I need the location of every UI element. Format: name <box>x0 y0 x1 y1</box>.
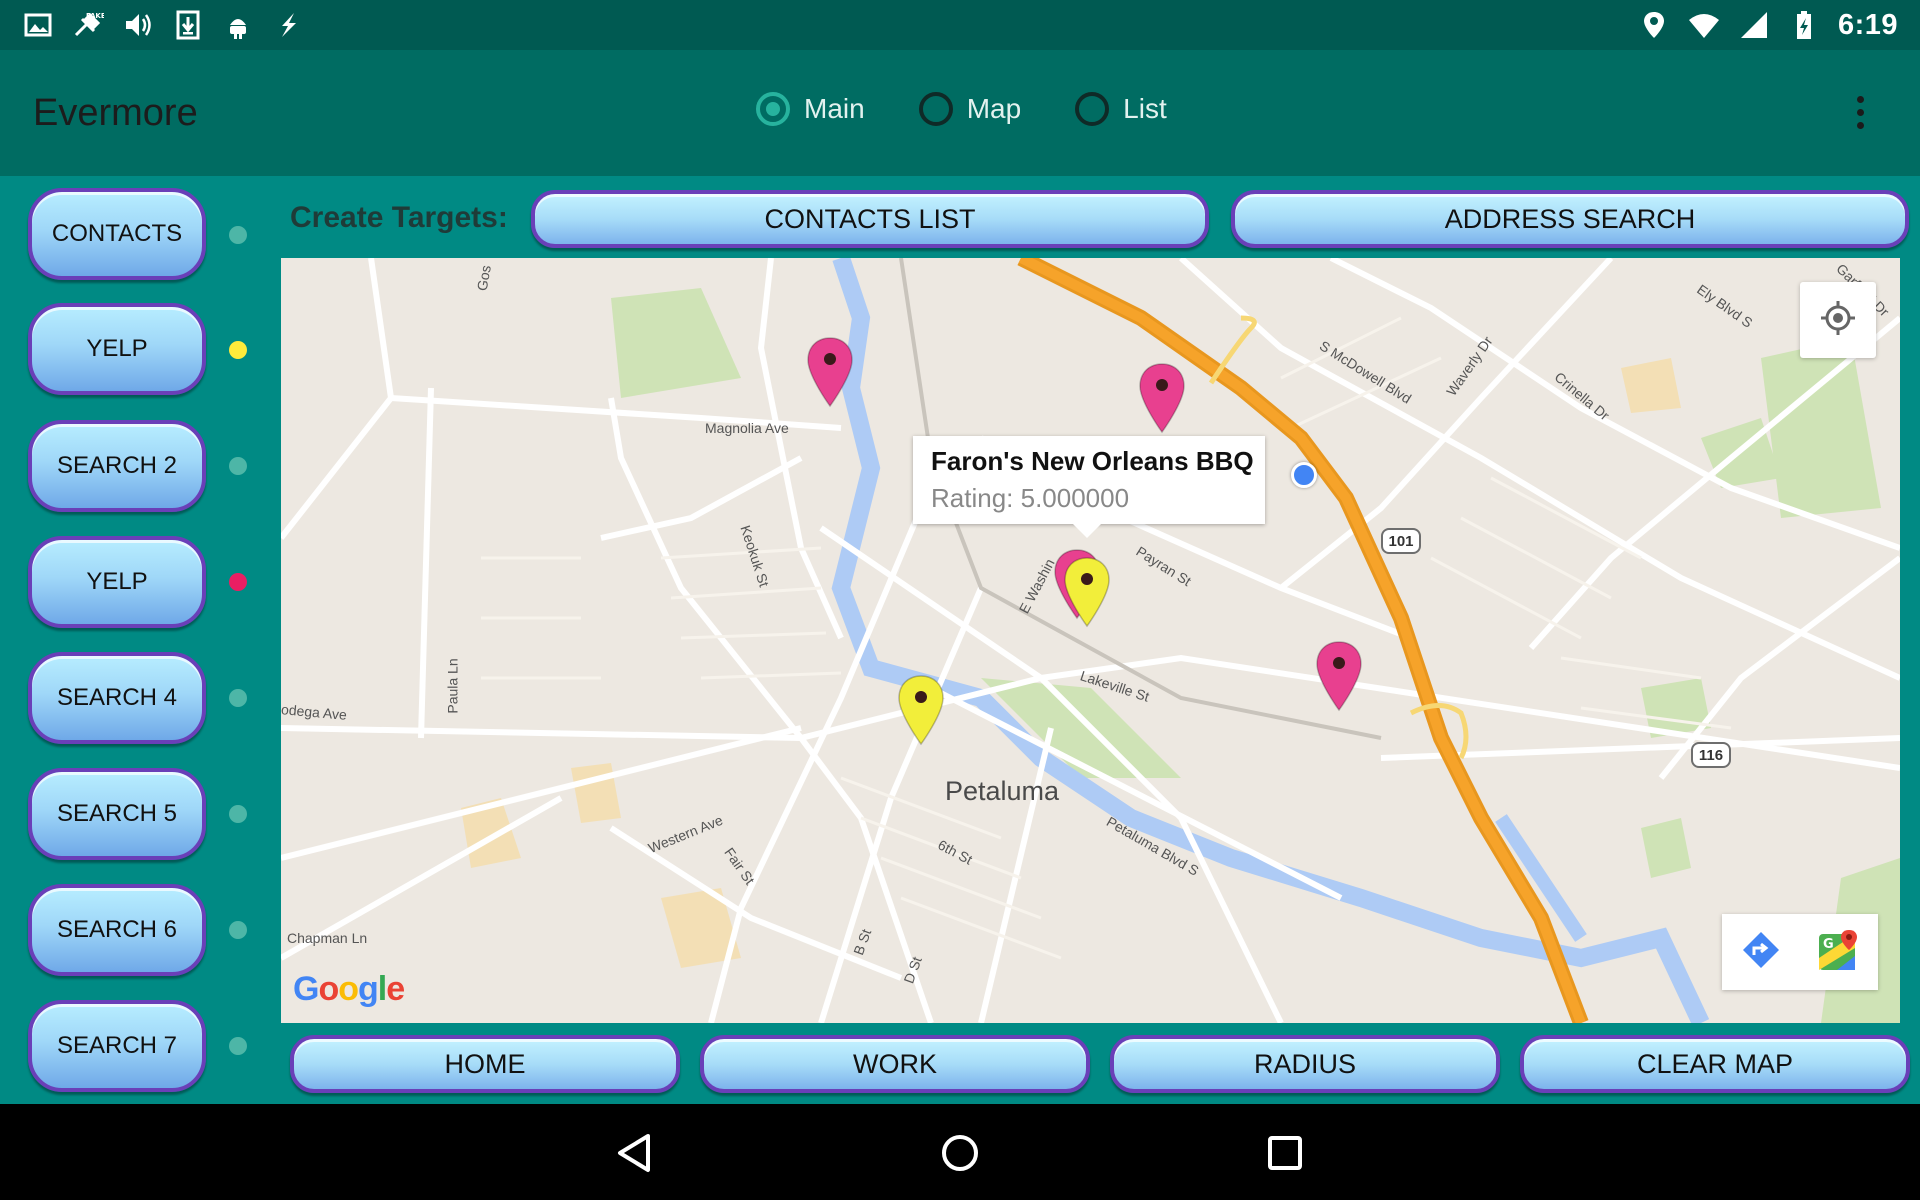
radio-unchecked-icon <box>1075 92 1110 126</box>
map-pin-magenta[interactable] <box>1138 362 1186 434</box>
sidebar-button-search-5[interactable]: SEARCH 5 <box>28 768 206 860</box>
fake-gps-icon: FAKE <box>72 9 106 41</box>
map-base-layer <box>281 258 1900 1023</box>
back-icon <box>614 1134 656 1178</box>
status-dot <box>229 1037 247 1055</box>
recents-button[interactable] <box>1264 1132 1306 1174</box>
home-nav-button[interactable] <box>939 1132 981 1174</box>
view-mode-radio-group: Main Map List <box>756 92 1167 126</box>
work-button[interactable]: WORK <box>700 1035 1090 1093</box>
street-label: Chapman Ln <box>287 930 368 946</box>
marker-info-window[interactable]: Faron's New Orleans BBQ Rating: 5.000000 <box>913 436 1265 538</box>
highway-shield: 101 <box>1381 528 1421 554</box>
wifi-icon <box>1688 9 1720 41</box>
street-label: Magnolia Ave <box>705 420 789 436</box>
current-location-dot <box>1291 462 1317 488</box>
clear-map-button[interactable]: CLEAR MAP <box>1520 1035 1910 1093</box>
app-toolbar: Evermore Main Map List <box>0 50 1920 176</box>
home-icon <box>939 1135 981 1178</box>
svg-text:G: G <box>1823 937 1834 952</box>
sidebar-button-search-7[interactable]: SEARCH 7 <box>28 1000 206 1092</box>
highway-shield: 116 <box>1691 742 1731 768</box>
radio-list-label: List <box>1123 93 1167 124</box>
clock: 6:19 <box>1837 8 1898 41</box>
contacts-list-button[interactable]: CONTACTS LIST <box>531 190 1209 248</box>
sidebar-button-search-6[interactable]: SEARCH 6 <box>28 884 206 976</box>
street-label: Paula Ln <box>444 658 461 714</box>
map-pin-magenta[interactable] <box>1315 640 1363 712</box>
battery-charging-icon <box>1788 9 1820 41</box>
sidebar-button-yelp-2[interactable]: YELP <box>28 536 206 628</box>
download-icon <box>172 9 204 41</box>
location-icon <box>1638 9 1670 41</box>
directions-button[interactable] <box>1722 914 1800 990</box>
volume-icon <box>122 9 154 41</box>
radio-list[interactable]: List <box>1075 92 1167 126</box>
directions-icon <box>1740 929 1782 976</box>
sidebar-button-search-2[interactable]: SEARCH 2 <box>28 420 206 512</box>
map-pin-yellow[interactable] <box>897 674 945 746</box>
my-location-button[interactable] <box>1800 282 1876 358</box>
flash-icon <box>272 9 304 41</box>
map-toolbar: G <box>1722 914 1878 990</box>
my-location-icon <box>1818 298 1858 343</box>
info-window-title: Faron's New Orleans BBQ <box>931 446 1254 476</box>
google-maps-icon: G <box>1817 928 1861 977</box>
svg-text:FAKE: FAKE <box>86 12 104 20</box>
radio-main-label: Main <box>804 93 865 124</box>
radio-checked-icon <box>756 92 790 126</box>
create-targets-label: Create Targets: <box>290 201 508 234</box>
radio-unchecked-icon <box>918 92 953 126</box>
city-label: Petaluma <box>945 776 1060 806</box>
status-dot <box>229 573 247 591</box>
status-dot <box>229 226 247 244</box>
status-bar: FAKE 6:19 <box>0 0 1920 50</box>
address-search-button[interactable]: ADDRESS SEARCH <box>1231 190 1909 248</box>
status-dot <box>229 921 247 939</box>
radius-button[interactable]: RADIUS <box>1110 1035 1500 1093</box>
cell-signal-icon <box>1738 9 1770 41</box>
radio-main[interactable]: Main <box>756 92 865 126</box>
app-title: Evermore <box>33 92 198 134</box>
home-button[interactable]: HOME <box>290 1035 680 1093</box>
status-dot <box>229 689 247 707</box>
recents-icon <box>1264 1136 1306 1178</box>
sidebar-button-contacts[interactable]: CONTACTS <box>28 188 206 280</box>
info-window-rating: Rating: 5.000000 <box>931 483 1130 513</box>
back-button[interactable] <box>614 1132 656 1174</box>
android-icon <box>222 9 254 41</box>
sidebar-button-search-4[interactable]: SEARCH 4 <box>28 652 206 744</box>
radio-map[interactable]: Map <box>918 92 1022 126</box>
more-vert-icon[interactable] <box>1854 96 1866 136</box>
system-nav-bar <box>0 1104 1920 1200</box>
map-pin-magenta[interactable] <box>806 336 854 408</box>
image-icon <box>22 9 54 41</box>
status-dot <box>229 341 247 359</box>
radio-map-label: Map <box>966 93 1022 124</box>
status-dot <box>229 457 247 475</box>
map-pin-yellow[interactable] <box>1063 556 1111 628</box>
map-view[interactable]: Magnolia Ave Keokuk St Paula Ln odega Av… <box>281 258 1900 1023</box>
open-in-google-maps-button[interactable]: G <box>1800 914 1878 990</box>
status-dot <box>229 805 247 823</box>
sidebar-button-yelp-1[interactable]: YELP <box>28 303 206 395</box>
google-logo: Google <box>293 970 405 1008</box>
